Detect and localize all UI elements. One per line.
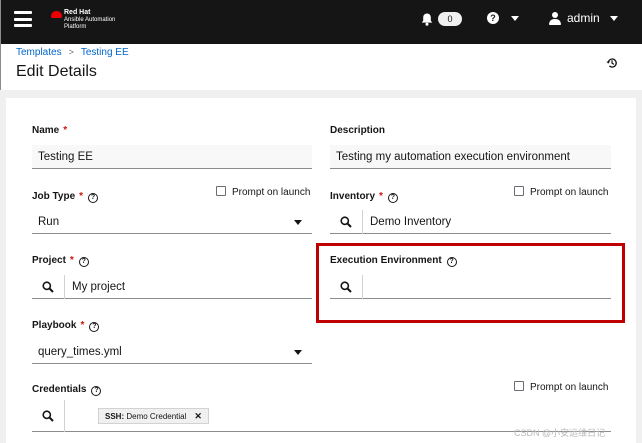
- playbook-select[interactable]: query_times.yml: [32, 340, 312, 364]
- remove-chip-icon[interactable]: ✕: [194, 411, 202, 421]
- lookup-divider: [64, 400, 65, 432]
- user-icon[interactable]: [549, 12, 561, 25]
- red-hat-logo[interactable]: Red Hat Ansible Automation Platform: [51, 9, 131, 35]
- top-navigation-bar: Red Hat Ansible Automation Platform 0 ? …: [0, 0, 642, 44]
- project-label: Project *?: [32, 255, 89, 267]
- credentials-label: Credentials?: [32, 384, 102, 396]
- name-label: Name *: [32, 125, 68, 136]
- bell-icon[interactable]: [421, 13, 433, 26]
- brand-line-2: Ansible Automation: [64, 17, 116, 23]
- required-mark: *: [63, 125, 68, 136]
- chevron-down-icon: [294, 350, 302, 355]
- user-menu-name[interactable]: admin: [567, 11, 600, 25]
- search-icon[interactable]: [42, 410, 54, 422]
- hamburger-menu-icon[interactable]: [14, 11, 32, 27]
- project-lookup[interactable]: My project: [32, 275, 312, 299]
- prompt-on-launch-checkbox[interactable]: [216, 186, 226, 196]
- required-mark: *: [69, 255, 74, 266]
- help-icon[interactable]: ?: [89, 322, 100, 332]
- highlight-box: [316, 243, 625, 323]
- inventory-prompt-on-launch[interactable]: Prompt on launch: [514, 186, 608, 198]
- page-header: Templates > Testing EE Edit Details: [0, 44, 642, 90]
- required-mark: *: [80, 320, 85, 331]
- job-type-label: Job Type *?: [32, 191, 99, 203]
- description-input[interactable]: Testing my automation execution environm…: [330, 145, 611, 169]
- watermark: CSDN @小安运维日记: [514, 428, 606, 438]
- breadcrumb-testing-ee-link[interactable]: Testing EE: [81, 47, 129, 58]
- credentials-prompt-on-launch[interactable]: Prompt on launch: [514, 381, 608, 393]
- breadcrumb-templates-link[interactable]: Templates: [16, 47, 62, 58]
- required-mark: *: [79, 191, 84, 202]
- inventory-label: Inventory *?: [330, 191, 398, 203]
- help-dropdown-chevron-icon[interactable]: [511, 16, 519, 21]
- job-type-prompt-on-launch[interactable]: Prompt on launch: [216, 186, 310, 198]
- help-icon[interactable]: ?: [78, 257, 89, 267]
- description-label: Description: [330, 125, 386, 136]
- breadcrumb: Templates > Testing EE: [16, 47, 129, 58]
- search-icon[interactable]: [42, 281, 54, 293]
- breadcrumb-separator-icon: >: [68, 47, 74, 57]
- user-dropdown-chevron-icon[interactable]: [610, 16, 618, 21]
- credential-chip: SSH: Demo Credential ✕: [98, 408, 209, 424]
- inventory-lookup[interactable]: Demo Inventory: [330, 210, 611, 234]
- help-icon[interactable]: ?: [88, 193, 99, 203]
- prompt-on-launch-checkbox[interactable]: [514, 381, 524, 391]
- search-icon[interactable]: [340, 216, 352, 228]
- chevron-down-icon: [294, 220, 302, 225]
- page-title: Edit Details: [16, 63, 97, 80]
- required-mark: *: [379, 191, 383, 202]
- notification-count-badge[interactable]: 0: [438, 12, 462, 26]
- name-input[interactable]: Testing EE: [32, 145, 312, 169]
- help-icon[interactable]: ?: [387, 193, 398, 203]
- help-icon[interactable]: ?: [91, 386, 102, 396]
- history-icon[interactable]: [606, 57, 618, 69]
- brand-line-1: Red Hat: [64, 9, 91, 16]
- prompt-on-launch-checkbox[interactable]: [514, 186, 524, 196]
- brand-line-3: Platform: [64, 24, 87, 30]
- lookup-divider: [64, 275, 65, 299]
- help-icon[interactable]: ?: [487, 12, 499, 24]
- playbook-label: Playbook *?: [32, 320, 100, 332]
- lookup-divider: [362, 210, 363, 234]
- job-type-select[interactable]: Run: [32, 210, 312, 234]
- red-hat-icon: [51, 11, 62, 18]
